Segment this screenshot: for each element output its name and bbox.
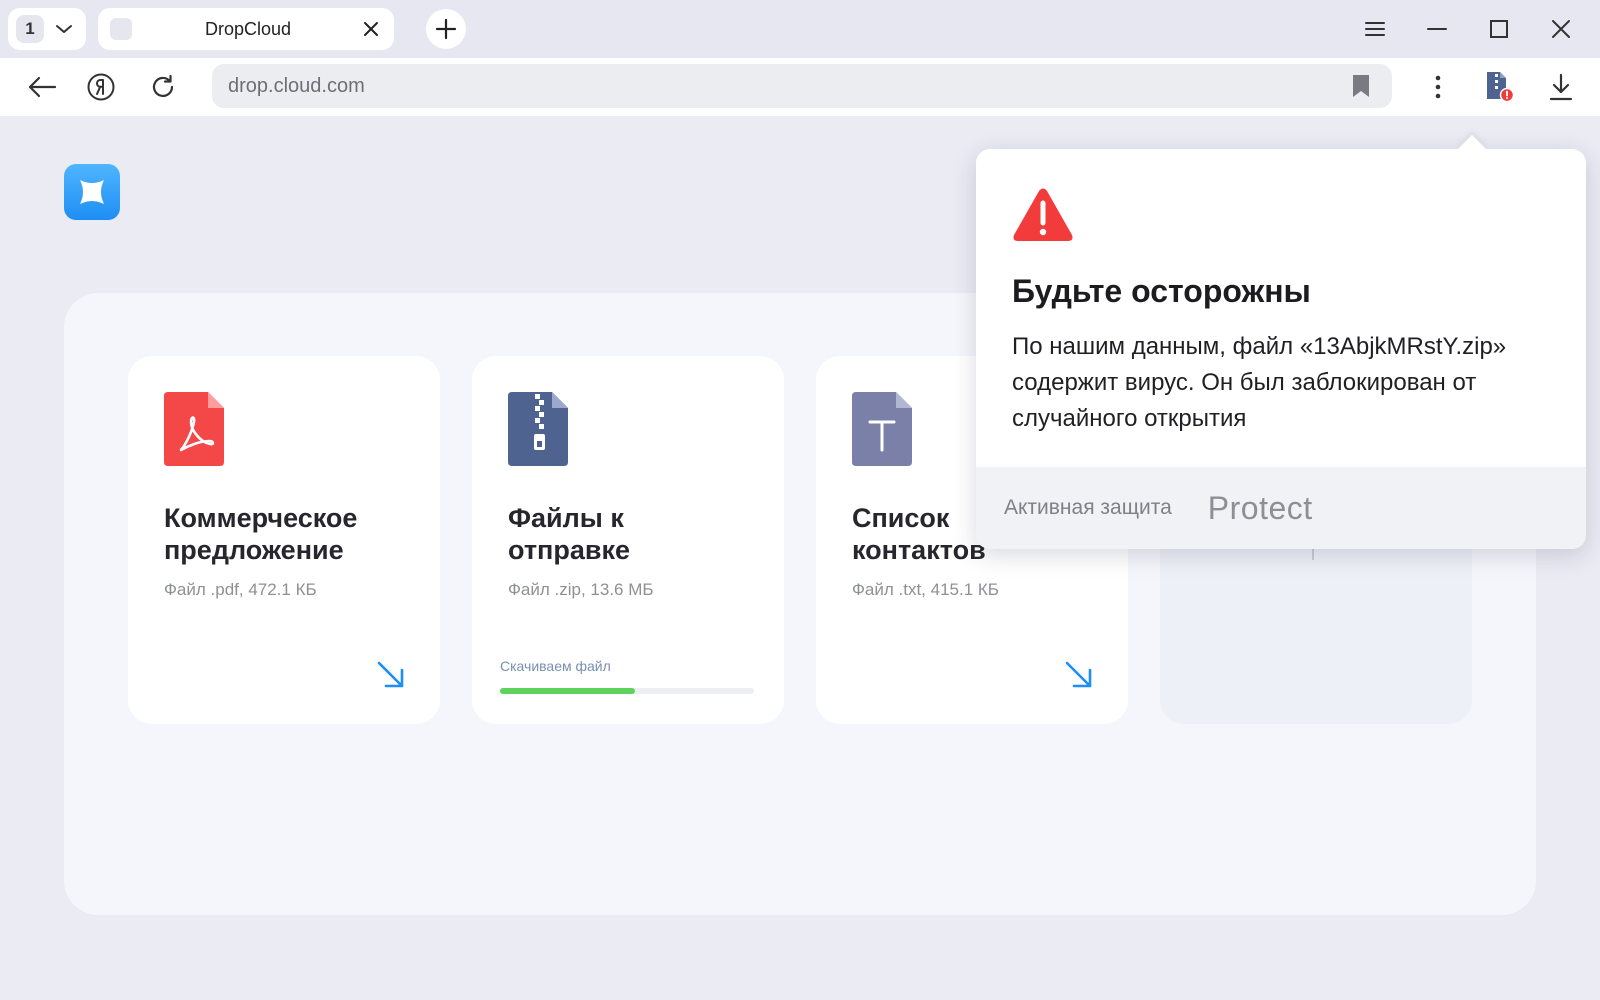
tab-title: DropCloud <box>204 18 292 39</box>
popup-title: Будьте осторожны <box>1012 273 1311 309</box>
favicon-icon <box>110 18 132 40</box>
close-tab-icon[interactable] <box>362 20 380 38</box>
blocked-zip-icon <box>1487 72 1514 103</box>
close-window-button[interactable] <box>1546 14 1576 44</box>
popup-notch <box>1457 134 1487 164</box>
file-meta: Файл .zip, 13.6 МБ <box>508 580 654 599</box>
new-tab-button[interactable] <box>426 9 466 49</box>
file-card-pdf[interactable]: Коммерческое предложение Файл .pdf, 472.… <box>128 356 440 724</box>
reload-button[interactable] <box>146 70 180 104</box>
download-progress-fill <box>500 688 635 694</box>
address-bar[interactable]: drop.cloud.com <box>212 64 1392 108</box>
tab-active[interactable]: DropCloud <box>98 8 394 50</box>
maximize-icon <box>1490 20 1508 38</box>
file-meta: Файл .pdf, 472.1 КБ <box>164 580 317 599</box>
protect-blocked-file-button[interactable] <box>1482 70 1516 104</box>
plus-icon <box>435 18 457 40</box>
protect-brand: Protect <box>1207 489 1313 526</box>
close-icon <box>1552 20 1570 38</box>
minimize-button[interactable] <box>1422 14 1452 44</box>
tab-counter-button[interactable]: 1 <box>8 8 86 50</box>
more-button[interactable] <box>1421 70 1455 104</box>
pdf-file-icon <box>164 392 224 466</box>
download-arrow-icon[interactable] <box>1064 660 1094 690</box>
chevron-down-icon <box>54 19 74 39</box>
more-vertical-icon <box>1435 75 1441 99</box>
yandex-button[interactable] <box>84 70 118 104</box>
sparkle-logo-icon <box>80 180 104 204</box>
downloads-button[interactable] <box>1544 70 1578 104</box>
protect-warning-popup: Будьте осторожны По нашим данным, файл «… <box>976 134 1586 549</box>
address-bar-url: drop.cloud.com <box>228 74 365 97</box>
menu-button[interactable] <box>1360 14 1390 44</box>
active-protection-label: Активная защита <box>1004 496 1172 519</box>
tab-count: 1 <box>16 15 44 43</box>
txt-file-icon <box>852 392 912 466</box>
reload-icon <box>152 74 174 97</box>
popup-message: По нашим данным, файл «13AbjkMRstY.zip» … <box>1012 333 1507 432</box>
hamburger-icon <box>1365 22 1385 36</box>
maximize-button[interactable] <box>1484 14 1514 44</box>
download-icon <box>1549 73 1573 101</box>
yandex-logo-icon <box>87 73 115 101</box>
warning-triangle-icon <box>1013 188 1073 241</box>
download-progress-label: Скачиваем файл <box>500 658 611 674</box>
file-meta: Файл .txt, 415.1 КБ <box>852 580 999 599</box>
file-title: Файлы к отправке <box>508 503 630 565</box>
tab-strip: 1 DropCloud <box>0 0 1600 58</box>
zip-file-icon <box>508 392 568 466</box>
back-button[interactable] <box>25 70 59 104</box>
download-arrow-icon[interactable] <box>376 660 406 690</box>
minimize-icon <box>1427 28 1447 30</box>
download-progress-bar <box>500 688 754 694</box>
bookmark-icon[interactable] <box>1350 74 1372 98</box>
browser-toolbar: drop.cloud.com <box>0 58 1600 116</box>
file-card-zip[interactable]: Файлы к отправке Файл .zip, 13.6 МБ Скач… <box>472 356 784 724</box>
popup-footer: Активная защита Protect <box>976 467 1586 549</box>
arrow-left-icon <box>28 76 57 98</box>
app-logo[interactable] <box>64 164 120 220</box>
file-title: Коммерческое предложение <box>164 503 358 565</box>
